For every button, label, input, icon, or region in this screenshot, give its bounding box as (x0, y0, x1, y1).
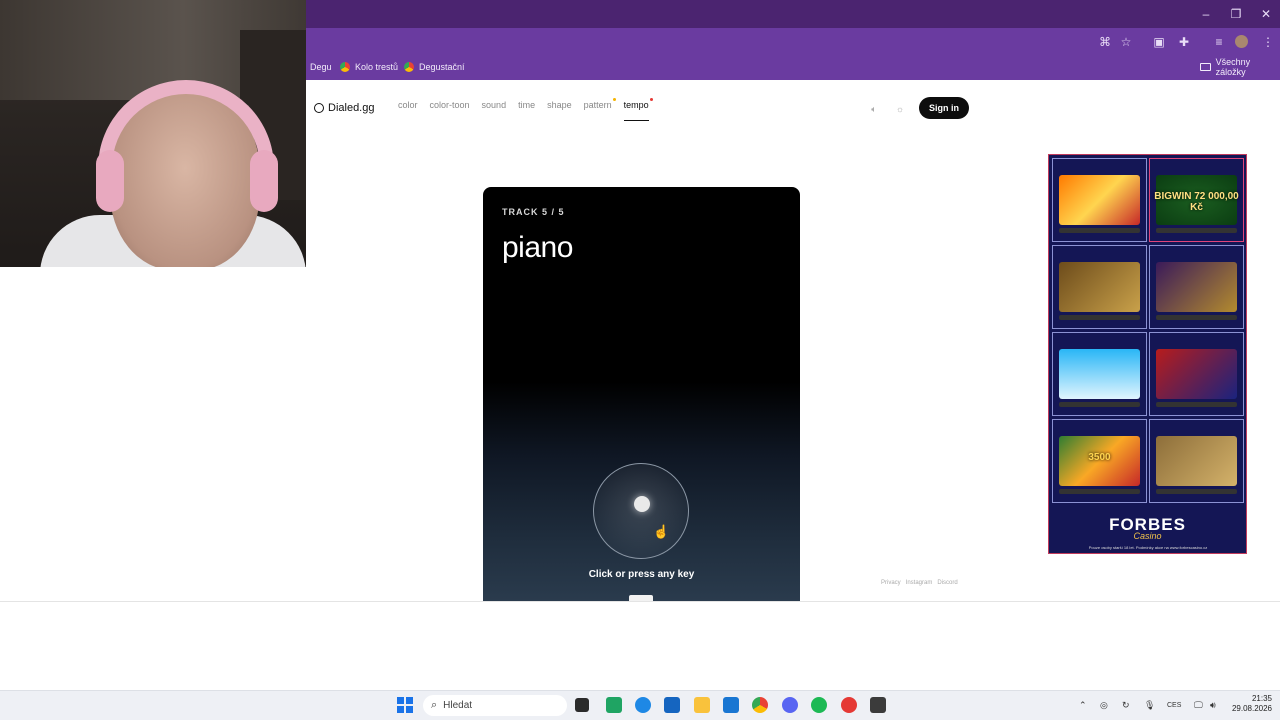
bookmark-item[interactable]: Degustační (404, 59, 465, 75)
footer-privacy-link[interactable]: Privacy (881, 580, 901, 586)
site-footer: Privacy Instagram Discord (881, 580, 958, 586)
tray-mic-icon[interactable]: 🎙︎ (1144, 700, 1155, 711)
translate-icon[interactable]: ⌘ (1096, 34, 1114, 50)
minimize-icon[interactable]: – (1192, 4, 1220, 24)
nav-tempo-wrap: tempo (623, 98, 653, 121)
taskbar-search-placeholder: Hledat (443, 700, 473, 711)
store-icon[interactable] (664, 697, 680, 713)
browser-titlebar (306, 0, 1280, 28)
ad-slot-game[interactable]: 3500 (1052, 419, 1147, 503)
chrome-icon (404, 62, 414, 72)
folder-icon (1200, 63, 1211, 71)
volume-icon[interactable]: 🔊︎ (1210, 700, 1216, 711)
bookmark-item[interactable]: Degu (310, 59, 332, 75)
nav-shape[interactable]: shape (547, 100, 572, 116)
network-icon[interactable]: 🖵︎ (1194, 700, 1203, 711)
new-badge-dot (649, 98, 653, 101)
app-icon[interactable] (606, 697, 622, 713)
system-clock[interactable]: 21:35 29.08.2026 (1224, 694, 1272, 714)
nav-time[interactable]: time (518, 100, 535, 116)
bookmark-label: Degustační (419, 62, 465, 72)
taskbar-search[interactable]: ⌕ Hledat (423, 695, 567, 716)
file-explorer-icon[interactable] (694, 697, 710, 713)
clock-date: 29.08.2026 (1231, 704, 1272, 713)
clock-time: 21:35 (1251, 694, 1272, 703)
ad-slot-game[interactable] (1052, 245, 1147, 329)
dial-logo-icon (634, 496, 650, 512)
language-indicator[interactable]: CES (1167, 702, 1181, 709)
close-icon[interactable]: ✕ (1252, 4, 1280, 24)
restore-icon[interactable]: ❐ (1222, 4, 1250, 24)
page-divider (0, 601, 1280, 602)
discord-icon[interactable] (782, 697, 798, 713)
tray-chevron-icon[interactable]: ⌃ (1079, 700, 1087, 711)
nav-pattern-wrap: pattern (584, 98, 616, 116)
menu-dots-icon[interactable]: ⋮ (1259, 34, 1277, 50)
task-view-icon[interactable] (575, 698, 589, 712)
ad-slot-game[interactable] (1149, 332, 1244, 416)
tray-app-icon[interactable]: ◎ (1100, 700, 1108, 711)
site-logo-text: Dialed.gg (328, 102, 375, 114)
media-control-icon[interactable]: ≡ (1210, 34, 1228, 50)
extension-icon[interactable]: ▣ (1150, 34, 1168, 50)
windows-start-icon[interactable] (397, 697, 413, 713)
game-card[interactable]: TRACK 5 / 5 piano ☝ Click or press any k… (483, 187, 800, 601)
extensions-puzzle-icon[interactable]: ✚ (1175, 34, 1193, 50)
ad-brand-subtitle: Casino (1133, 531, 1162, 541)
chrome-icon[interactable] (752, 697, 768, 713)
casino-ad[interactable]: BIGWIN 72 000,00 Kč 3500 FORBES Casino P… (1048, 154, 1247, 554)
app-dark-icon[interactable] (870, 697, 886, 713)
webcam-overlay (0, 0, 306, 267)
theme-toggle-icon[interactable]: ☼ (894, 103, 906, 115)
spotify-icon[interactable] (811, 697, 827, 713)
profile-avatar[interactable] (1235, 35, 1248, 48)
sign-in-button[interactable]: Sign in (919, 97, 969, 119)
track-name: piano (502, 231, 573, 264)
site-logo[interactable]: Dialed.gg (314, 100, 374, 116)
edge-icon[interactable] (635, 697, 651, 713)
chrome-icon (340, 62, 350, 72)
bookmark-label: Kolo trestů (355, 62, 399, 72)
nav-tempo[interactable]: tempo (624, 100, 649, 116)
tray-sync-icon[interactable]: ↻ (1122, 700, 1130, 711)
ad-slot-game[interactable]: BIGWIN 72 000,00 Kč (1149, 158, 1244, 242)
sound-toggle-icon[interactable]: 🔈︎ (868, 103, 880, 115)
nav-color-toon[interactable]: color-toon (430, 100, 470, 116)
dial-logo-icon (314, 103, 324, 113)
nav-sound[interactable]: sound (482, 100, 507, 116)
nav-pattern[interactable]: pattern (584, 100, 612, 116)
new-badge-dot (612, 98, 616, 101)
hand-cursor-icon: ☝ (653, 524, 670, 539)
footer-instagram-link[interactable]: Instagram (906, 580, 933, 586)
track-counter: TRACK 5 / 5 (502, 207, 565, 217)
all-bookmarks-button[interactable]: Všechny záložky (1200, 57, 1280, 77)
ad-slot-game[interactable] (1149, 419, 1244, 503)
footer-discord-link[interactable]: Discord (937, 580, 957, 586)
search-icon: ⌕ (431, 699, 438, 711)
ad-slot-game[interactable] (1052, 332, 1147, 416)
ad-disclaimer: Pouze osoby starší 18 let. Podmínky akce… (1088, 545, 1208, 550)
bookmark-star-icon[interactable]: ☆ (1117, 34, 1135, 50)
all-bookmarks-label: Všechny záložky (1215, 57, 1251, 77)
ad-slot-game[interactable] (1149, 245, 1244, 329)
bookmark-label: Degu (310, 62, 332, 72)
site-nav: color color-toon sound time shape patter… (398, 98, 653, 121)
outlook-icon[interactable] (723, 697, 739, 713)
instruction-text: Click or press any key (588, 569, 695, 580)
bookmark-item[interactable]: Kolo trestů (340, 59, 398, 75)
app-red-icon[interactable] (841, 697, 857, 713)
nav-color[interactable]: color (398, 100, 418, 116)
ad-slot-game[interactable] (1052, 158, 1147, 242)
